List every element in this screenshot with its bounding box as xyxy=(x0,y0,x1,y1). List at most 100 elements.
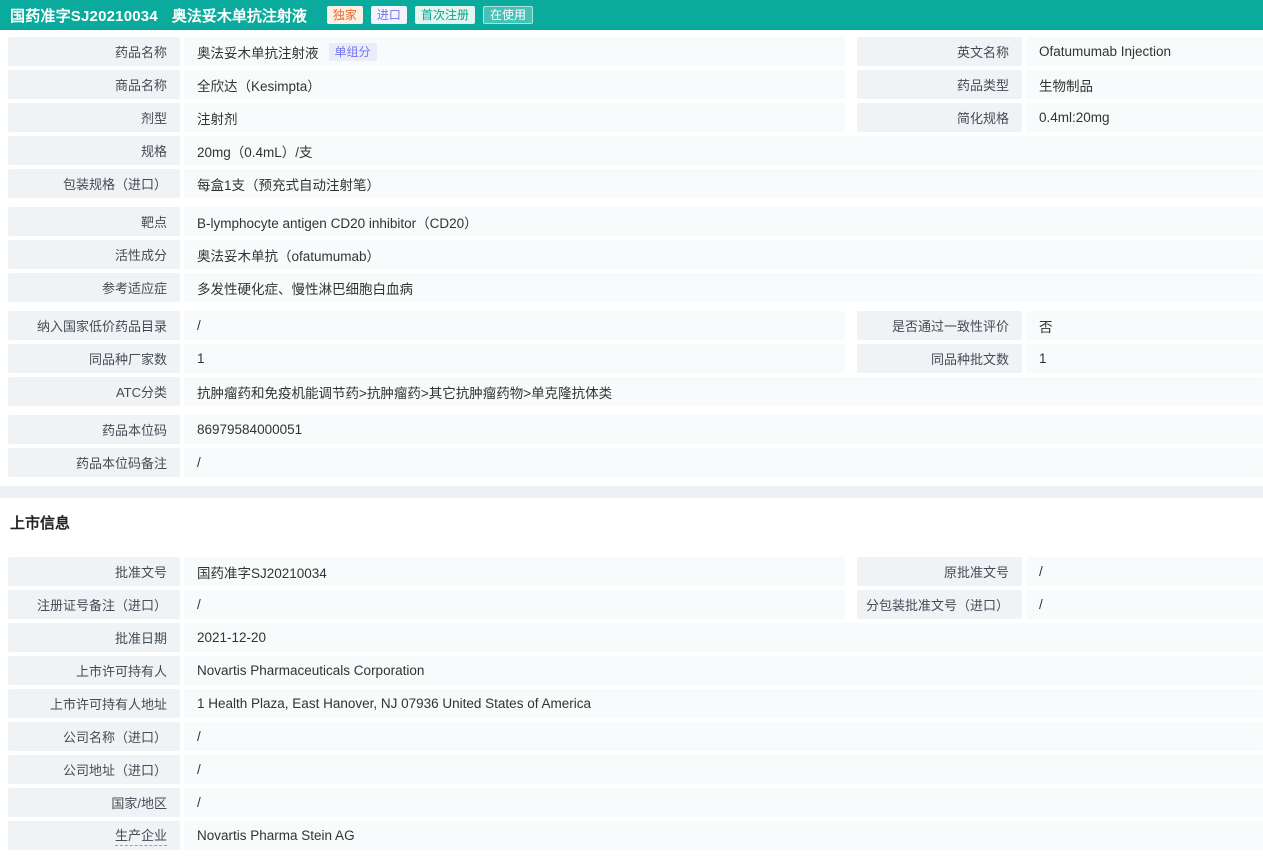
field-label: 同品种厂家数 xyxy=(8,344,180,373)
field-value: / xyxy=(184,590,845,619)
field-label-text: 药品名称 xyxy=(114,45,167,60)
info-row: 同品种厂家数 1 同品种批文数 1 xyxy=(8,344,1263,373)
field-value-text: / xyxy=(197,597,201,612)
field-label-text: 公司地址（进口） xyxy=(62,763,167,778)
field-value: 生物制品 xyxy=(1026,70,1263,99)
field-value-text: / xyxy=(1039,597,1043,612)
field-value-text: / xyxy=(197,795,201,810)
field-value-text: 2021-12-20 xyxy=(197,630,267,645)
field-value: 奥法妥木单抗注射液 单组分 xyxy=(184,37,845,66)
field-value: / xyxy=(184,722,1263,751)
drug-detail-content: 药品名称 奥法妥木单抗注射液 单组分 英文名称 Ofatumumab Injection… xyxy=(0,30,1263,850)
field-value-text: 国药准字SJ20210034 xyxy=(197,565,327,581)
field-value: / xyxy=(184,311,845,340)
field-value-text: / xyxy=(1039,564,1043,579)
field-value: Ofatumumab Injection xyxy=(1026,37,1263,66)
field-value-text: 0.4ml:20mg xyxy=(1039,110,1110,125)
field-value-text: / xyxy=(197,762,201,777)
info-row: 批准日期 2021-12-20 xyxy=(8,623,1263,652)
field-label-text: ATC分类 xyxy=(115,385,167,400)
field-label: 是否通过一致性评价 xyxy=(857,311,1022,340)
field-label: 药品名称 xyxy=(8,37,180,66)
field-label-text: 药品本位码 xyxy=(101,423,167,438)
info-row: 批准文号 国药准字SJ20210034 原批准文号 / xyxy=(8,557,1263,586)
field-label-text: 规格 xyxy=(140,144,167,159)
field-label[interactable]: 生产企业 xyxy=(8,821,180,850)
field-value-text: 1 xyxy=(197,351,205,366)
field-label-text: 上市许可持有人地址 xyxy=(49,697,167,712)
field-label: 规格 xyxy=(8,136,180,165)
info-row: 药品名称 奥法妥木单抗注射液 单组分 英文名称 Ofatumumab Injection xyxy=(8,37,1263,66)
field-value-text: 抗肿瘤药和免疫机能调节药>抗肿瘤药>其它抗肿瘤药物>单克隆抗体类 xyxy=(197,385,613,401)
row-left-pair: 商品名称 全欣达（Kesimpta） xyxy=(8,70,845,99)
row-right-pair: 原批准文号 / xyxy=(857,557,1263,586)
row-left-pair: 剂型 注射剂 xyxy=(8,103,845,132)
field-label: 纳入国家低价药品目录 xyxy=(8,311,180,340)
field-value-text: 20mg（0.4mL）/支 xyxy=(197,144,313,160)
field-value: / xyxy=(184,448,1263,477)
field-value: 2021-12-20 xyxy=(184,623,1263,652)
field-value: B-lymphocyte antigen CD20 inhibitor（CD20… xyxy=(184,207,1263,236)
field-value-text: 1 Health Plaza, East Hanover, NJ 07936 U… xyxy=(197,696,591,711)
row-right-pair: 同品种批文数 1 xyxy=(857,344,1263,373)
drug-header-bar: 国药准字SJ20210034 奥法妥木单抗注射液 独家 进口 首次注册 在使用 xyxy=(0,0,1263,30)
info-row: 公司名称（进口） / xyxy=(8,722,1263,751)
field-value: 多发性硬化症、慢性淋巴细胞白血病 xyxy=(184,273,1263,302)
badge-import: 进口 xyxy=(370,6,407,24)
field-group: 药品名称 奥法妥木单抗注射液 单组分 英文名称 Ofatumumab Injection… xyxy=(8,37,1263,198)
field-value: 抗肿瘤药和免疫机能调节药>抗肿瘤药>其它抗肿瘤药物>单克隆抗体类 xyxy=(184,377,1263,406)
info-row: 国家/地区 / xyxy=(8,788,1263,817)
field-label-text: 生产企业 xyxy=(114,825,167,846)
field-value-text: / xyxy=(197,729,201,744)
field-value: Novartis Pharmaceuticals Corporation xyxy=(184,656,1263,685)
field-group: 批准文号 国药准字SJ20210034 原批准文号 / 注册证号备注（进口） / 分包装批准… xyxy=(8,557,1263,850)
info-row: 纳入国家低价药品目录 / 是否通过一致性评价 否 xyxy=(8,311,1263,340)
field-value: 86979584000051 xyxy=(184,415,1263,444)
info-row: 参考适应症 多发性硬化症、慢性淋巴细胞白血病 xyxy=(8,273,1263,302)
info-row: 靶点 B-lymphocyte antigen CD20 inhibitor（CD… xyxy=(8,207,1263,236)
field-label-text: 药品本位码备注 xyxy=(75,456,167,471)
field-value-text: 多发性硬化症、慢性淋巴细胞白血病 xyxy=(197,281,413,297)
field-value: Novartis Pharma Stein AG xyxy=(184,821,1263,850)
field-label-text: 原批准文号 xyxy=(943,565,1009,580)
field-label-text: 英文名称 xyxy=(956,45,1009,60)
info-row: ATC分类 抗肿瘤药和免疫机能调节药>抗肿瘤药>其它抗肿瘤药物>单克隆抗体类 xyxy=(8,377,1263,406)
field-label-text: 上市许可持有人 xyxy=(75,664,167,679)
field-value-text: Ofatumumab Injection xyxy=(1039,44,1172,59)
row-left-pair: 批准文号 国药准字SJ20210034 xyxy=(8,557,845,586)
info-row: 包装规格（进口） 每盒1支（预充式自动注射笔） xyxy=(8,169,1263,198)
field-label-text: 包装规格（进口） xyxy=(62,177,167,192)
badge-exclusive: 独家 xyxy=(326,6,363,24)
field-value: 0.4ml:20mg xyxy=(1026,103,1263,132)
row-right-pair: 英文名称 Ofatumumab Injection xyxy=(857,37,1263,66)
field-label-text: 药品类型 xyxy=(956,78,1009,93)
field-value-text: 全欣达（Kesimpta） xyxy=(197,78,321,94)
info-row: 上市许可持有人 Novartis Pharmaceuticals Corporat… xyxy=(8,656,1263,685)
field-label: 分包装批准文号（进口） xyxy=(857,590,1022,619)
field-value: 注射剂 xyxy=(184,103,845,132)
field-value: / xyxy=(1026,557,1263,586)
field-label: 包装规格（进口） xyxy=(8,169,180,198)
badge-in-use: 在使用 xyxy=(482,6,533,24)
field-value-text: B-lymphocyte antigen CD20 inhibitor（CD20… xyxy=(197,215,478,231)
field-value-text: 否 xyxy=(1039,319,1053,335)
drug-status-badges: 独家 进口 首次注册 在使用 xyxy=(319,6,533,24)
field-label: 上市许可持有人 xyxy=(8,656,180,685)
info-row: 活性成分 奥法妥木单抗（ofatumumab） xyxy=(8,240,1263,269)
field-label-text: 是否通过一致性评价 xyxy=(891,319,1009,334)
field-value: 1 Health Plaza, East Hanover, NJ 07936 U… xyxy=(184,689,1263,718)
field-label-text: 商品名称 xyxy=(114,78,167,93)
field-value: 国药准字SJ20210034 xyxy=(184,557,845,586)
field-value-text: 奥法妥木单抗（ofatumumab） xyxy=(197,248,381,264)
field-label: 公司地址（进口） xyxy=(8,755,180,784)
field-value-text: 86979584000051 xyxy=(197,422,303,437)
field-label-text: 注册证号备注（进口） xyxy=(36,598,167,613)
field-label: 英文名称 xyxy=(857,37,1022,66)
field-label-text: 参考适应症 xyxy=(101,281,167,296)
field-label-text: 同品种批文数 xyxy=(930,352,1009,367)
field-value: 1 xyxy=(184,344,845,373)
row-right-pair: 是否通过一致性评价 否 xyxy=(857,311,1263,340)
field-label: 原批准文号 xyxy=(857,557,1022,586)
field-label: 批准文号 xyxy=(8,557,180,586)
row-left-pair: 注册证号备注（进口） / xyxy=(8,590,845,619)
